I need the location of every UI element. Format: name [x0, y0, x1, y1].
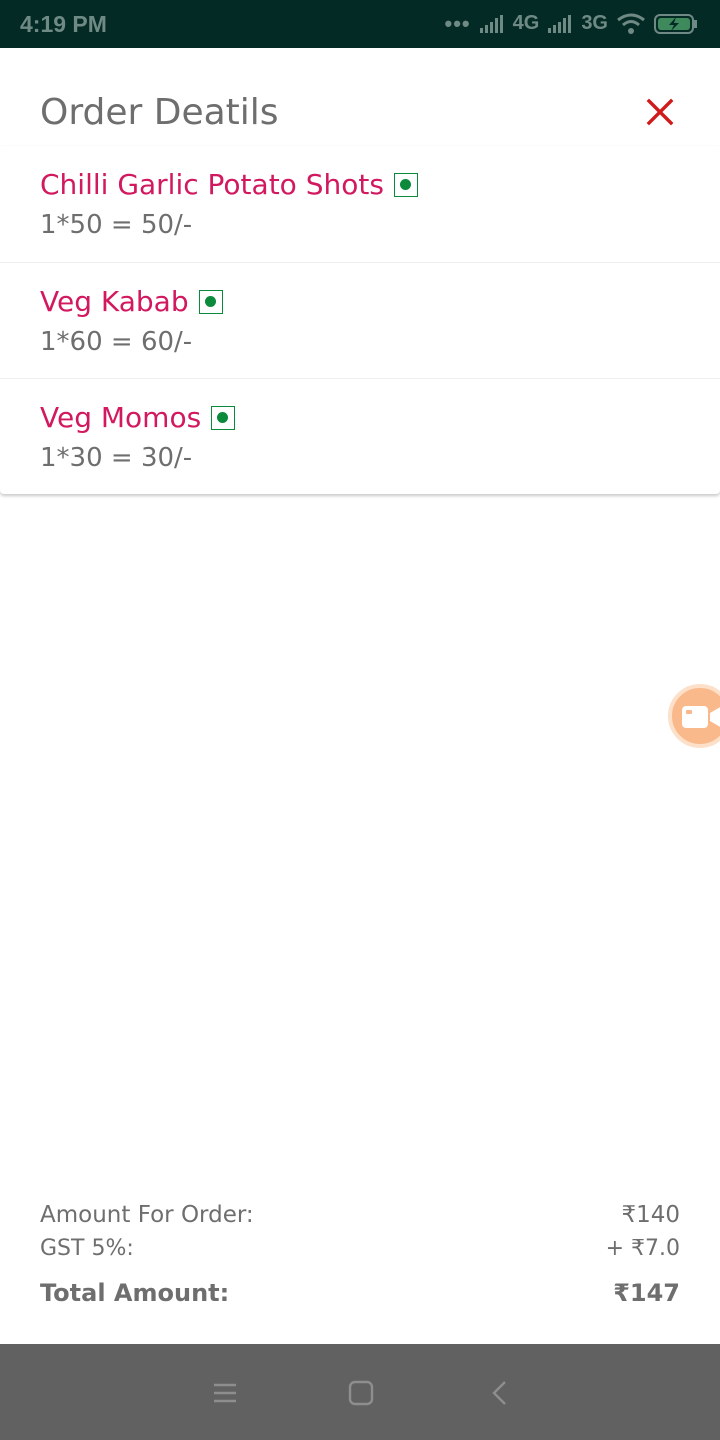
- system-nav-bar: [0, 1344, 720, 1440]
- veg-indicator-icon: [211, 405, 236, 430]
- total-value: ₹147: [613, 1279, 680, 1307]
- close-icon[interactable]: [644, 96, 676, 128]
- gst-value: + ₹7.0: [605, 1235, 680, 1261]
- network-type-2: 3G: [581, 12, 608, 34]
- amount-label: Amount For Order:: [40, 1202, 254, 1228]
- item-name: Veg Kabab: [40, 285, 189, 318]
- back-icon[interactable]: [487, 1380, 513, 1406]
- gst-label: GST 5%:: [40, 1235, 134, 1261]
- item-name: Veg Momos: [40, 401, 202, 434]
- order-summary: Amount For Order: ₹140 GST 5%: + ₹7.0 To…: [40, 1198, 680, 1316]
- list-item: Chilli Garlic Potato Shots 1*50 = 50/-: [0, 146, 720, 262]
- video-call-button[interactable]: [668, 684, 720, 748]
- total-row: Total Amount: ₹147: [40, 1270, 680, 1316]
- veg-indicator-icon: [198, 289, 223, 314]
- signal-bars-icon: [548, 14, 572, 33]
- signal-bars-icon: [479, 14, 503, 33]
- video-camera-icon: [682, 706, 720, 728]
- network-type-1: 4G: [512, 12, 540, 34]
- order-items-list: Chilli Garlic Potato Shots 1*50 = 50/- V…: [0, 146, 720, 494]
- signal-dots-icon: •••: [444, 10, 471, 36]
- item-price: 1*60 = 60/-: [40, 327, 193, 357]
- item-price: 1*50 = 50/-: [40, 210, 193, 240]
- veg-indicator-icon: [393, 172, 418, 197]
- item-price: 1*30 = 30/-: [40, 443, 193, 473]
- item-name: Chilli Garlic Potato Shots: [40, 168, 384, 201]
- status-bar: 4:19 PM ••• 4G 3G: [0, 0, 720, 48]
- gst-row: GST 5%: + ₹7.0: [40, 1232, 680, 1264]
- amount-value: ₹140: [621, 1202, 680, 1228]
- list-item: Veg Kabab 1*60 = 60/-: [0, 262, 720, 378]
- list-item: Veg Momos 1*30 = 30/-: [0, 378, 720, 494]
- status-icons: ••• 4G 3G: [445, 12, 698, 35]
- home-square-icon[interactable]: [348, 1380, 374, 1406]
- menu-icon[interactable]: [212, 1380, 238, 1406]
- page-title: Order Deatils: [40, 92, 279, 133]
- total-label: Total Amount:: [40, 1279, 230, 1307]
- wifi-icon: [617, 13, 645, 34]
- amount-row: Amount For Order: ₹140: [40, 1198, 680, 1232]
- battery-charging-icon: [654, 13, 697, 34]
- status-time: 4:19 PM: [20, 11, 107, 37]
